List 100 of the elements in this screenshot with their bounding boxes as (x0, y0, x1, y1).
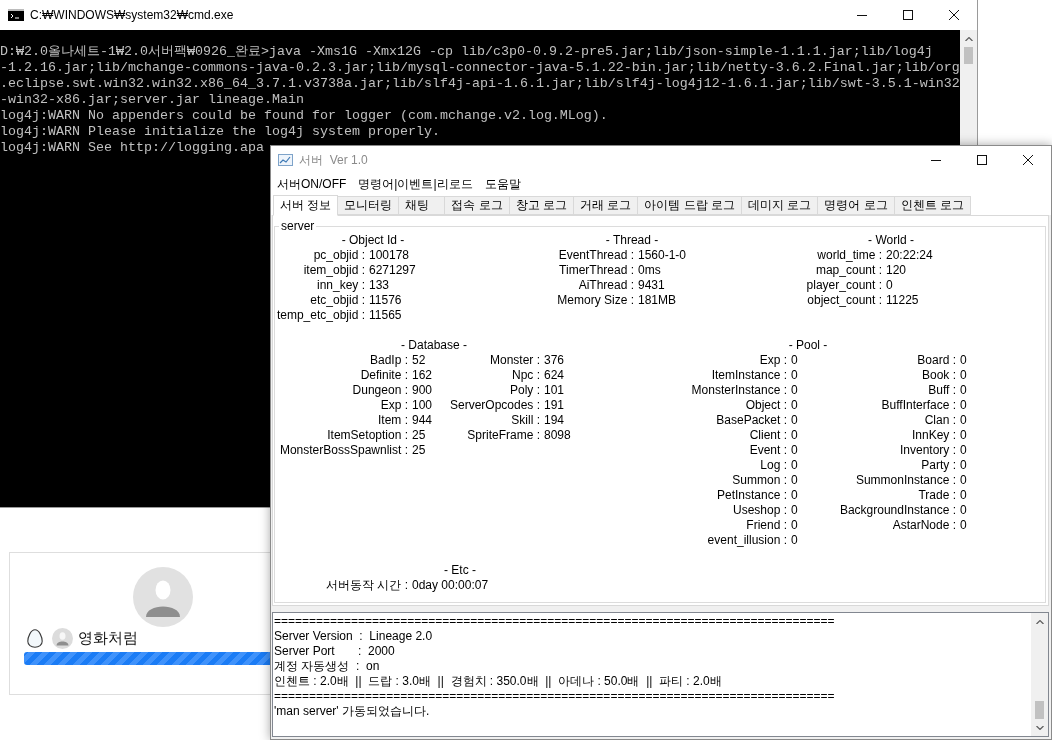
tab[interactable]: 아이템 드랍 로그 (637, 196, 743, 215)
tab[interactable]: 접속 로그 (444, 196, 510, 215)
stat-value: 25 (412, 428, 426, 443)
close-icon (949, 10, 959, 20)
stat-value: 0 (960, 443, 967, 458)
stat-label: Memory Size : (557, 293, 634, 308)
scrollbar[interactable] (1031, 613, 1048, 736)
stat-value: 191 (544, 398, 565, 413)
section-heading: - Object Id - (341, 233, 405, 247)
stat-label: Clan : (924, 413, 956, 428)
section-heading: - World - (868, 233, 914, 247)
stat-value: 0 (791, 428, 798, 443)
stat-value: 0 (791, 533, 798, 548)
stat-value: 944 (412, 413, 433, 428)
stat-label: item_objid : (303, 263, 365, 278)
stat-label: Trade : (918, 488, 956, 503)
stat-label: 서버동작 시간 : (326, 578, 408, 593)
stat-label: inn_key : (316, 278, 365, 293)
menu-item[interactable]: 도움말 (478, 174, 527, 194)
stat-label: Useshop : (732, 503, 787, 518)
stat-label: MonsterBossSpawnlist : (279, 443, 408, 458)
stat-value: 0 (791, 353, 798, 368)
stat-value: 0 (791, 488, 798, 503)
stat-label: SummonInstance : (855, 473, 956, 488)
stat-value: 52 (412, 353, 426, 368)
stat-label: Party : (921, 458, 956, 473)
stat-label: Item : (378, 413, 408, 428)
scrollbar-thumb[interactable] (964, 47, 973, 64)
scroll-up-icon[interactable] (964, 37, 973, 41)
stat-label: SpriteFrame : (467, 428, 540, 443)
stat-value: 6271297 (369, 263, 416, 278)
stat-label: world_time : (817, 248, 882, 263)
tab[interactable]: 명령어 로그 (817, 196, 895, 215)
stat-label: event_illusion : (707, 533, 787, 548)
window-title: C:₩WINDOWS₩system32₩cmd.exe (30, 8, 234, 22)
avatar-icon (52, 627, 73, 649)
stat-value: 0 (791, 443, 798, 458)
stat-label: BadIp : (369, 353, 408, 368)
stat-value: 11565 (369, 308, 402, 323)
stat-label: Skill : (511, 413, 540, 428)
stat-value: 194 (544, 413, 565, 428)
tab[interactable]: 인첸트 로그 (893, 196, 972, 215)
minimize-icon (931, 159, 941, 161)
stat-label: AiThread : (578, 278, 634, 293)
stat-label: player_count : (806, 278, 882, 293)
stat-label: ServerOpcodes : (449, 398, 540, 413)
scrollbar[interactable] (960, 30, 977, 145)
stat-label: MonsterInstance : (691, 383, 787, 398)
tab[interactable]: 데미지 로그 (741, 196, 819, 215)
tab[interactable]: 거래 로그 (573, 196, 639, 215)
stat-value: 0 (791, 413, 798, 428)
stat-label: Book : (921, 368, 956, 383)
stat-label: Exp : (380, 398, 408, 413)
stat-value: 0 (791, 518, 798, 533)
stat-value: 101 (544, 383, 565, 398)
stat-value: 120 (886, 263, 907, 278)
avatar-icon (133, 567, 193, 627)
log-line: 인첸트 : 2.0배 || 드랍 : 3.0배 || 경험치 : 350.0배 || 아데나 : 50.0배 || 파티 : 2.0배 (274, 674, 722, 689)
stat-value: 0 (960, 353, 967, 368)
stat-value: 0day 00:00:07 (412, 578, 489, 593)
stat-value: 20:22:24 (886, 248, 933, 263)
stat-value: 8098 (544, 428, 571, 443)
scroll-up-icon[interactable] (1035, 620, 1044, 624)
stat-label: Board : (917, 353, 956, 368)
stat-value: 0 (960, 488, 967, 503)
stat-label: Summon : (732, 473, 787, 488)
tab[interactable]: 모니터링 (337, 196, 400, 215)
stat-value: 0 (886, 278, 893, 293)
menu-item[interactable]: 서버ON/OFF (271, 174, 353, 194)
console-line: D:₩2.0올나세트-1₩2.0서버팩₩0926_완료>java -Xms1G -Xmx12G -cp lib/c3p0-0.9.2-pre5.jar;lib/json-simple-1.1.1.jar;lib/log4j (0, 44, 933, 60)
stat-label: Event : (749, 443, 787, 458)
window-title: 서버 Ver 1.0 (299, 151, 368, 169)
stat-label: Log : (760, 458, 787, 473)
stat-label: Dungeon : (352, 383, 408, 398)
log-line: 계정 자동생성 : on (274, 659, 380, 674)
scroll-down-icon[interactable] (1035, 726, 1044, 730)
tab[interactable]: 서버 정보 (273, 195, 339, 216)
stat-label: Definite : (360, 368, 408, 383)
log-line: ================================================================================ (274, 614, 835, 629)
stat-value: 0 (791, 383, 798, 398)
stat-label: AstarNode : (892, 518, 956, 533)
log-line: 'man server' 가동되었습니다. (274, 704, 430, 719)
stat-label: BuffInterface : (881, 398, 956, 413)
stat-value: 0ms (638, 263, 661, 278)
stat-value: 0 (791, 368, 798, 383)
scrollbar-thumb[interactable] (1035, 701, 1044, 719)
tab[interactable]: 채팅 (398, 196, 446, 215)
stat-label: ItemInstance : (711, 368, 787, 383)
section-heading: - Etc - (444, 563, 476, 577)
stat-value: 0 (791, 473, 798, 488)
tab[interactable]: 창고 로그 (508, 196, 575, 215)
stat-label: Friend : (746, 518, 787, 533)
menu-item[interactable]: 명령어|이벤트|리로드 (352, 174, 479, 194)
close-icon (1023, 155, 1033, 165)
log-line: Server Version : Lineage 2.0 (274, 629, 433, 644)
console-line: log4j:WARN Please initialize the log4j system properly. (0, 124, 440, 140)
stat-value: 376 (544, 353, 565, 368)
stat-label: Buff : (928, 383, 956, 398)
stat-label: BackgroundInstance : (839, 503, 956, 518)
stat-value: 162 (412, 368, 433, 383)
